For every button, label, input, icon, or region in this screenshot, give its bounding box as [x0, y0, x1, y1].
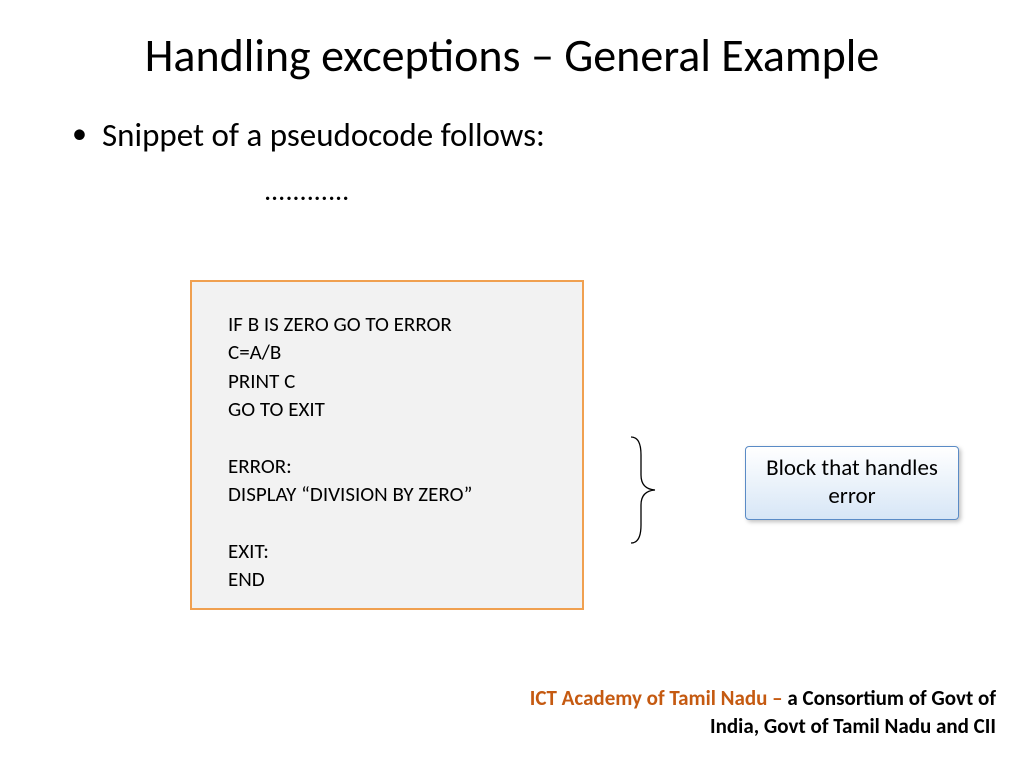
- code-line: END: [228, 565, 554, 593]
- code-line: [228, 508, 554, 536]
- code-line: C=A/B: [228, 338, 554, 366]
- callout-text: Block that handles error: [746, 455, 958, 510]
- code-line: IF B IS ZERO GO TO ERROR: [228, 310, 554, 338]
- curly-brace-icon: [623, 435, 663, 545]
- bullet-snippet: Snippet of a pseudocode follows:: [72, 115, 1024, 155]
- footer-org: ICT Academy of Tamil Nadu: [530, 685, 768, 711]
- code-line: DISPLAY “DIVISION BY ZERO”: [228, 480, 554, 508]
- code-line: GO TO EXIT: [228, 395, 554, 423]
- footer-desc-1: a Consortium of Govt of: [787, 685, 996, 711]
- footer-attribution: ICT Academy of Tamil Nadu – a Consortium…: [530, 685, 996, 740]
- code-line: ERROR:: [228, 452, 554, 480]
- ellipsis: …………: [265, 173, 1024, 208]
- code-line: [228, 423, 554, 451]
- footer-dash: –: [767, 685, 787, 711]
- code-line: PRINT C: [228, 367, 554, 395]
- pseudocode-box: IF B IS ZERO GO TO ERROR C=A/B PRINT C G…: [190, 280, 584, 610]
- code-line: EXIT:: [228, 537, 554, 565]
- footer-desc-2: India, Govt of Tamil Nadu and CII: [710, 713, 996, 739]
- slide-title: Handling exceptions – General Example: [0, 0, 1024, 83]
- callout-handles-error: Block that handles error: [745, 446, 959, 520]
